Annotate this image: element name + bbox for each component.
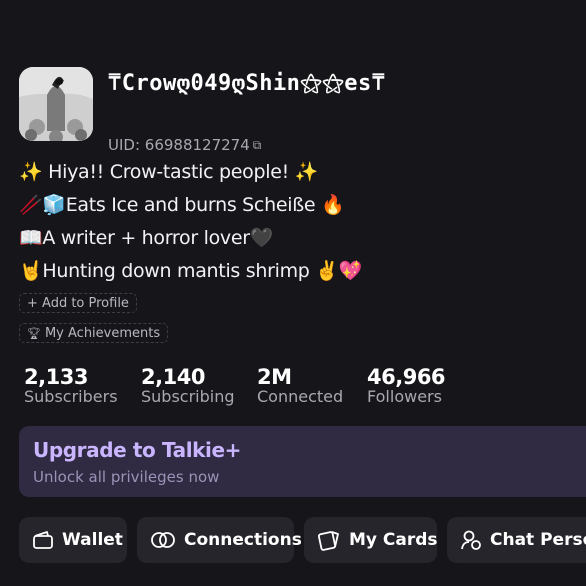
connections-label: Connections bbox=[184, 530, 302, 550]
stat-value: 2,133 bbox=[24, 365, 88, 389]
my-cards-button[interactable]: My Cards bbox=[304, 517, 438, 563]
stat-followers[interactable]: 46,966 Followers bbox=[367, 365, 446, 406]
chat-persona-button[interactable]: Chat Person bbox=[447, 517, 586, 563]
username: ⍑Crowღ049ღShin⚝⚝es⍑ bbox=[108, 70, 386, 96]
avatar-image bbox=[19, 67, 93, 141]
stat-value: 46,966 bbox=[367, 365, 446, 389]
my-achievements-label: My Achievements bbox=[44, 325, 161, 341]
add-to-profile-label: + Add to Profile bbox=[27, 295, 129, 311]
chat-persona-icon bbox=[461, 530, 481, 550]
stat-subscribing[interactable]: 2,140 Subscribing bbox=[141, 365, 235, 406]
bio-line-3: 📖A writer + horror lover🖤 bbox=[19, 227, 274, 249]
copy-icon[interactable]: ⧉ bbox=[253, 138, 262, 153]
bio-line-2: 🥢🧊Eats Ice and burns Scheiße 🔥 bbox=[19, 194, 345, 216]
upgrade-subtitle: Unlock all privileges now bbox=[33, 468, 220, 486]
bio-line-4: 🤘Hunting down mantis shrimp ✌️💖 bbox=[19, 260, 363, 282]
stat-label: Subscribing bbox=[141, 387, 235, 406]
uid-text: UID: 66988127274 bbox=[108, 136, 250, 154]
chat-persona-label: Chat Person bbox=[490, 530, 586, 550]
stat-label: Subscribers bbox=[24, 387, 118, 406]
connections-button[interactable]: Connections bbox=[137, 517, 302, 563]
connections-icon bbox=[151, 532, 175, 548]
wallet-label: Wallet bbox=[62, 530, 123, 550]
uid-row[interactable]: UID: 66988127274 ⧉ bbox=[108, 136, 261, 154]
my-cards-label: My Cards bbox=[349, 530, 438, 550]
cards-icon bbox=[317, 531, 339, 551]
stat-value: 2M bbox=[257, 365, 292, 389]
bio-line-1: ✨ Hiya!! Crow-tastic people! ✨ bbox=[19, 161, 319, 183]
upgrade-banner[interactable]: Upgrade to Talkie+ Unlock all privileges… bbox=[19, 426, 586, 497]
add-to-profile-button[interactable]: + Add to Profile bbox=[19, 293, 137, 313]
stat-value: 2,140 bbox=[141, 365, 205, 389]
stat-label: Followers bbox=[367, 387, 442, 406]
trophy-icon: 🏆︎ bbox=[27, 326, 41, 340]
stat-label: Connected bbox=[257, 387, 344, 406]
wallet-button[interactable]: Wallet bbox=[19, 517, 127, 563]
wallet-icon bbox=[33, 531, 53, 549]
stat-subscribers[interactable]: 2,133 Subscribers bbox=[24, 365, 118, 406]
upgrade-title: Upgrade to Talkie+ bbox=[33, 438, 242, 462]
stat-connected[interactable]: 2M Connected bbox=[257, 365, 343, 406]
avatar[interactable] bbox=[19, 67, 93, 141]
my-achievements-button[interactable]: 🏆︎ My Achievements bbox=[19, 323, 169, 343]
